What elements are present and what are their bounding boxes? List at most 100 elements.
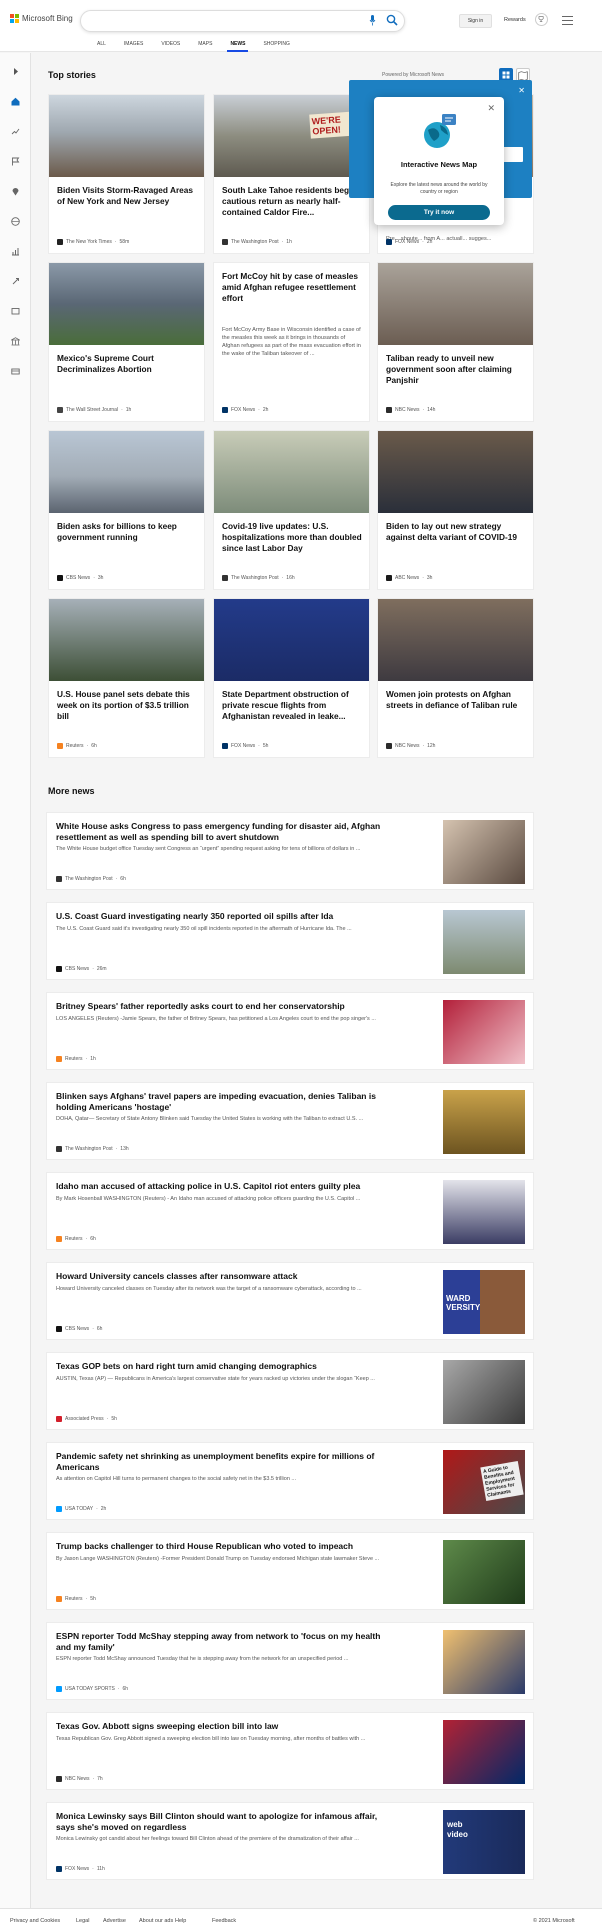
news-snippet: Howard University canceled classes on Tu… [56, 1286, 362, 1292]
footer-link-help[interactable]: Help [175, 1918, 186, 1924]
popup-description: Explore the latest news around the world… [390, 182, 488, 195]
more-news-item[interactable]: U.S. Coast Guard investigating nearly 35… [46, 902, 534, 980]
top-story-card[interactable]: Women join protests on Afghan streets in… [377, 598, 534, 758]
politics-building-icon[interactable] [11, 337, 20, 346]
source-time: 6h [96, 1326, 103, 1332]
news-thumbnail [443, 1630, 525, 1694]
story-source: The New York Times · 58m [57, 239, 129, 245]
sports-card-icon[interactable] [11, 367, 20, 376]
trending-icon[interactable] [11, 127, 20, 136]
news-source: The Washington Post · 13h [56, 1146, 129, 1152]
teaser-close-icon[interactable]: ✕ [518, 86, 525, 95]
source-name: Reuters [66, 743, 84, 749]
money-chart-icon[interactable] [11, 247, 20, 256]
powered-by-label: Powered by Microsoft News [382, 72, 444, 78]
more-news-item[interactable]: Howard University cancels classes after … [46, 1262, 534, 1340]
top-story-card[interactable]: Fort McCoy hit by case of measles amid A… [213, 262, 370, 422]
tab-videos[interactable]: VIDEOS [152, 40, 189, 52]
footer-link-about-our-ads[interactable]: About our ads [139, 1918, 173, 1924]
top-story-card[interactable]: Taliban ready to unveil new government s… [377, 262, 534, 422]
story-snippet: Fort McCoy Army Base in Wisconsin identi… [222, 327, 361, 357]
source-time: 3h [97, 575, 104, 581]
source-name: USA TODAY SPORTS [65, 1686, 115, 1692]
top-story-card[interactable]: Covid-19 live updates: U.S. hospitalizat… [213, 430, 370, 590]
story-image [49, 431, 204, 513]
news-source: NBC News · 7h [56, 1776, 103, 1782]
popup-title: Interactive News Map [400, 160, 478, 169]
search-icon[interactable] [386, 14, 398, 26]
tab-shopping[interactable]: SHOPPING [254, 40, 298, 52]
more-news-item[interactable]: Texas GOP bets on hard right turn amid c… [46, 1352, 534, 1430]
location-pin-icon[interactable] [11, 187, 20, 196]
more-news-item[interactable]: Monica Lewinsky says Bill Clinton should… [46, 1802, 534, 1880]
top-story-card[interactable]: South Lake Tahoe residents begin cautiou… [213, 94, 370, 254]
left-rail [0, 53, 31, 1908]
footer-link-feedback[interactable]: Feedback [212, 1918, 236, 1924]
menu-hamburger-icon[interactable] [562, 16, 573, 25]
more-news-item[interactable]: Idaho man accused of attacking police in… [46, 1172, 534, 1250]
rewards-label[interactable]: Rewards [504, 17, 526, 23]
publisher-logo-icon [57, 743, 63, 749]
source-name: The Wall Street Journal [66, 407, 119, 413]
news-thumbnail [443, 820, 525, 884]
top-stories-heading: Top stories [48, 70, 96, 80]
footer-link-advertise[interactable]: Advertise [103, 1918, 126, 1924]
source-time: 7h [97, 1776, 103, 1782]
search-input[interactable] [80, 10, 405, 32]
source-time: 1h [90, 1056, 96, 1062]
more-news-item[interactable]: Blinken says Afghans' travel papers are … [46, 1082, 534, 1160]
flag-icon[interactable] [11, 157, 20, 166]
more-news-item[interactable]: Britney Spears' father reportedly asks c… [46, 992, 534, 1070]
more-news-item[interactable]: Trump backs challenger to third House Re… [46, 1532, 534, 1610]
tab-maps[interactable]: MAPS [189, 40, 221, 52]
top-story-card[interactable]: State Department obstruction of private … [213, 598, 370, 758]
bing-logo[interactable]: Microsoft Bing [10, 14, 73, 23]
publisher-logo-icon [222, 239, 228, 245]
publisher-logo-icon [386, 239, 392, 245]
news-thumbnail [443, 1720, 525, 1784]
news-snippet: The U.S. Coast Guard said it's investiga… [56, 926, 352, 932]
home-icon[interactable] [11, 97, 20, 106]
source-name: Reuters [65, 1056, 83, 1062]
news-title: ESPN reporter Todd McShay stepping away … [56, 1631, 381, 1652]
tab-all[interactable]: ALL [88, 40, 115, 52]
publisher-logo-icon [56, 1236, 62, 1242]
microphone-icon[interactable] [369, 15, 376, 26]
top-story-card[interactable]: U.S. House panel sets debate this week o… [48, 598, 205, 758]
try-it-now-button[interactable]: Try it now [388, 205, 490, 220]
top-story-card[interactable]: Mexico's Supreme Court Decriminalizes Ab… [48, 262, 205, 422]
footer-link-legal[interactable]: Legal [76, 1918, 89, 1924]
top-story-card[interactable]: Biden to lay out new strategy against de… [377, 430, 534, 590]
more-news-item[interactable]: Pandemic safety net shrinking as unemplo… [46, 1442, 534, 1520]
news-snippet: LOS ANGELES (Reuters) -Jamie Spears, the… [56, 1016, 376, 1022]
rewards-trophy-icon[interactable] [535, 13, 548, 26]
more-news-item[interactable]: ESPN reporter Todd McShay stepping away … [46, 1622, 534, 1700]
top-story-card[interactable]: Biden Visits Storm-Ravaged Areas of New … [48, 94, 205, 254]
story-source: CBS News · 3h [57, 575, 103, 581]
news-thumbnail [443, 910, 525, 974]
publisher-logo-icon [56, 1866, 62, 1872]
top-story-card[interactable]: Biden asks for billions to keep governme… [48, 430, 205, 590]
popup-close-icon[interactable]: ✕ [487, 103, 495, 114]
expand-chevron-icon[interactable] [11, 67, 20, 76]
entertainment-tv-icon[interactable] [11, 307, 20, 316]
source-name: NBC News [395, 407, 420, 413]
news-source: USA TODAY SPORTS · 6h [56, 1686, 128, 1692]
more-news-item[interactable]: Texas Gov. Abbott signs sweeping electio… [46, 1712, 534, 1790]
globe-icon[interactable] [11, 217, 20, 226]
sign-in-button[interactable]: Sign in [459, 14, 492, 28]
thumbnail-text: A Guide to Benefits and Employment Servi… [480, 1460, 524, 1502]
news-snippet: DOHA, Qatar— Secretary of State Antony B… [56, 1116, 364, 1122]
publisher-logo-icon [57, 575, 63, 581]
footer: Privacy and Cookies Legal Advertise About o… [0, 1908, 602, 1931]
science-rocket-icon[interactable] [11, 277, 20, 286]
story-title: State Department obstruction of private … [222, 689, 349, 721]
news-title: Pandemic safety net shrinking as unemplo… [56, 1451, 375, 1472]
publisher-logo-icon [56, 966, 62, 972]
source-time: 11h [96, 1866, 105, 1872]
source-name: FOX News [231, 407, 256, 413]
more-news-item[interactable]: White House asks Congress to pass emerge… [46, 812, 534, 890]
tab-news[interactable]: NEWS [221, 40, 254, 52]
tab-images[interactable]: IMAGES [115, 40, 152, 52]
footer-link-privacy-and-cookies[interactable]: Privacy and Cookies [10, 1918, 60, 1924]
